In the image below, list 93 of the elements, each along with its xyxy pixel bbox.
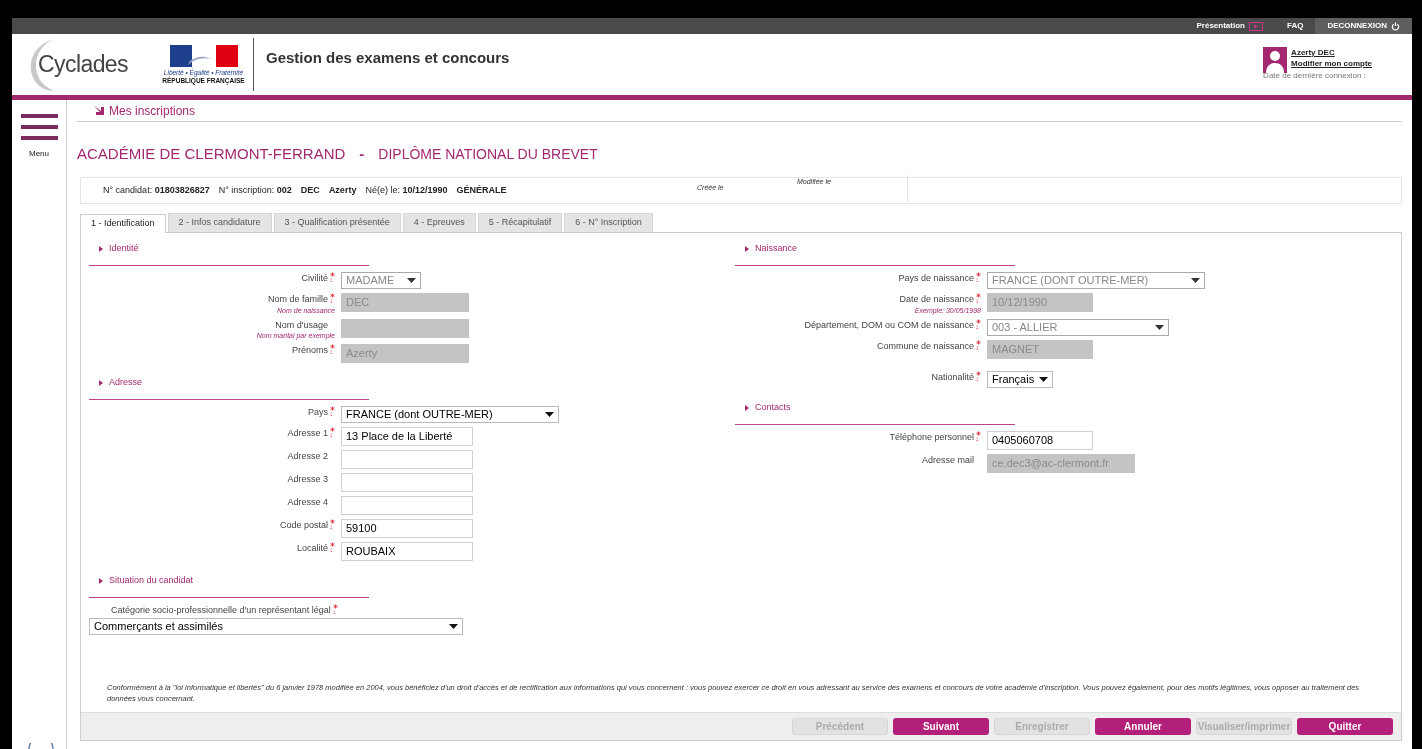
caret-icon: [449, 623, 458, 629]
input-field[interactable]: [341, 496, 473, 515]
field-label: Pays: [308, 406, 328, 419]
field-label: Adresse 1: [287, 427, 328, 440]
required-icon: [976, 370, 981, 382]
power-icon: [1391, 21, 1400, 31]
triangle-icon: [99, 380, 103, 386]
required-icon: [976, 318, 981, 330]
select-field[interactable]: Commerçants et assimilés: [89, 617, 463, 635]
menu-label: Menu: [29, 148, 49, 160]
select-field[interactable]: FRANCE (dont OUTRE-MER): [341, 406, 559, 423]
required-icon: [330, 293, 335, 304]
required-icon: [976, 430, 981, 442]
input-field[interactable]: 59100: [341, 519, 473, 538]
field-label: Adresse 2: [287, 450, 328, 463]
logo-text: Cyclades: [38, 50, 128, 80]
candidate-info-text: DEC: [300, 183, 320, 197]
required-icon: [330, 519, 335, 530]
breadcrumb-link[interactable]: Mes inscriptions: [109, 101, 196, 120]
required-icon: [976, 272, 981, 283]
tab[interactable]: 1 - Identification: [80, 214, 166, 233]
required-icon: [976, 339, 981, 351]
flag-icon: [169, 44, 238, 67]
triangle-icon: [99, 578, 103, 584]
candidate-info-text: Né(e) le: 10/12/1990: [365, 183, 448, 197]
required-icon: [330, 272, 335, 283]
last-login-text: Date de dernière connexion :: [1263, 70, 1367, 81]
field-label: Adresse mail: [921, 453, 974, 467]
caret-icon: [545, 412, 554, 417]
field-label: Date de naissance: [899, 293, 974, 306]
tab[interactable]: 4 - Epreuves: [402, 213, 476, 232]
caret-icon: [1155, 324, 1164, 330]
field-label: Adresse 3: [287, 473, 328, 486]
menu-icon[interactable]: [20, 114, 58, 140]
required-icon: [330, 406, 335, 417]
field-label: Catégorie socio-professionnelle d'un représentant légal: [111, 604, 331, 617]
action-button[interactable]: Annuler: [1095, 718, 1191, 735]
field-label: Commune de naissance: [876, 339, 974, 353]
top-link[interactable]: DECONNEXION: [1315, 18, 1412, 34]
arrow-icon: [94, 106, 105, 115]
candidate-info-text: N° inscription: 002: [218, 183, 292, 197]
tab[interactable]: 6 - N° Inscription: [564, 213, 653, 232]
input-field[interactable]: ROUBAIX: [341, 542, 473, 561]
required-icon: [330, 344, 335, 355]
caret-icon: [1039, 376, 1048, 382]
required-icon: [976, 293, 981, 304]
top-link[interactable]: FAQ: [1275, 18, 1316, 34]
section-title: Identité: [109, 242, 139, 256]
caret-icon: [407, 278, 416, 283]
input-field[interactable]: [341, 450, 473, 469]
top-link[interactable]: Présentation: [1184, 18, 1275, 34]
field-label: Civilité: [301, 272, 328, 285]
video-icon: [1249, 21, 1263, 31]
action-button[interactable]: Quitter: [1297, 718, 1393, 735]
field-label: Nom d'usage: [275, 318, 328, 332]
required-icon: [332, 604, 338, 615]
input-field[interactable]: 13 Place de la Liberté: [341, 427, 473, 446]
triangle-icon: [745, 404, 749, 411]
action-button[interactable]: Suivant: [893, 718, 989, 735]
input-field[interactable]: 0405060708: [987, 430, 1093, 450]
tab[interactable]: 5 - Récapitulatif: [477, 213, 563, 232]
required-icon: [330, 427, 335, 438]
account-link[interactable]: Modifier mon compte: [1291, 58, 1372, 69]
tab[interactable]: 2 - Infos candidature: [167, 213, 272, 232]
field-label: Code postal: [279, 519, 328, 532]
candidate-info-text: Azerty: [328, 183, 357, 197]
user-name-link[interactable]: Azerty DEC: [1291, 47, 1372, 58]
field-label: Nationalité: [931, 370, 974, 384]
field-label: Adresse 4: [287, 496, 328, 509]
field-label: Pays de naissance: [898, 272, 974, 285]
triangle-icon: [745, 246, 749, 252]
tab[interactable]: 3 - Qualification présentée: [273, 213, 401, 232]
select-field[interactable]: Français: [987, 370, 1053, 388]
candidate-info-text: GÉNÉRALE: [456, 183, 507, 197]
required-icon: [330, 542, 335, 553]
section-title: Contacts: [755, 400, 791, 414]
field-label: Téléphone personnel: [889, 430, 974, 444]
exam-title: DIPLÔME NATIONAL DU BREVET: [378, 144, 598, 164]
field-label: Prénoms: [292, 344, 328, 357]
field-label: Département, DOM ou COM de naissance: [804, 318, 974, 332]
field-label: Localité: [296, 542, 328, 555]
section-title: Adresse: [109, 376, 143, 390]
triangle-icon: [99, 246, 103, 252]
title-separator: -: [359, 143, 365, 164]
academy-title: ACADÉMIE DE CLERMONT-FERRAND: [77, 143, 346, 164]
input-field[interactable]: [341, 473, 473, 492]
candidate-info-text: N° candidat: 01803826827: [103, 183, 210, 197]
section-title: Naissance: [755, 242, 798, 256]
caret-icon: [1191, 278, 1200, 283]
app-title: Gestion des examens et concours: [266, 49, 510, 66]
user-avatar-icon: [1263, 47, 1288, 73]
field-label: Nom de famille: [267, 293, 328, 306]
section-title: Situation du candidat: [109, 574, 194, 588]
